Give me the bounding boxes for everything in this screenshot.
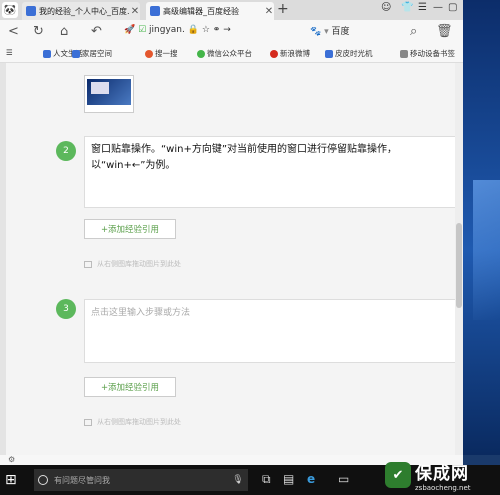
dropdown-icon[interactable]: ▾ [324,27,329,37]
restore-icon[interactable]: ▢ [448,2,457,13]
cortana-circle-icon [38,475,48,485]
folder-icon [43,49,51,58]
rocket-icon: 🚀 [124,25,136,35]
image-drop-hint: 从右侧图库拖动图片到此处 [84,259,181,269]
image-icon [84,260,92,268]
shield-check-icon: ✔ [385,462,411,488]
step-text: 窗口贴靠操作。“win+方向键”对当前使用的窗口进行停留贴靠操作，以“win+←… [91,144,398,171]
vertical-scrollbar[interactable] [455,63,463,455]
secure-check-icon: ☑ [138,25,147,35]
nav-toolbar: < ↻ ⌂ ↶ 🚀 ☑ jingyan. 🔒 ☆ ⚭ → 🐾 ▾ 百度 ⌕ 🗑 [0,20,463,45]
user-icon[interactable]: ☺ [381,2,391,13]
explorer-folder-icon[interactable]: ▭ [338,472,349,486]
forward-icon[interactable]: → [223,25,231,35]
watermark-logo: ✔ 保成网 zsbaocheng.net [385,455,500,495]
bookmarks-bar: ☰ 人文生活 家居空间 搜一搜 微信公众平台 新浪微博 皮皮时光机 移动设备书签 [0,45,463,63]
minimize-icon[interactable]: — [433,2,443,13]
watermark-url: zsbaocheng.net [415,483,471,492]
microphone-icon[interactable]: 🎙 [228,475,248,485]
scrollbar-thumb[interactable] [456,223,462,308]
menu-icon[interactable]: ☰ [418,2,427,13]
search-s-icon [145,49,153,58]
undo-icon[interactable]: ↶ [91,24,102,39]
edge-browser-icon[interactable]: e [307,472,315,486]
editor-content: 2 窗口贴靠操作。“win+方向键”对当前使用的窗口进行停留贴靠操作，以“win… [0,63,463,455]
step-text-editor[interactable]: 窗口贴靠操作。“win+方向键”对当前使用的窗口进行停留贴靠操作，以“win+←… [84,136,463,208]
close-icon[interactable]: ✕ [130,6,140,17]
bookmark-label: 微信公众平台 [207,49,252,58]
add-experience-reference-button[interactable]: +添加经验引用 [84,377,176,397]
bookmark-item[interactable]: 微信公众平台 [197,48,252,59]
bookmark-item[interactable]: 搜一搜 [145,48,178,59]
back-icon[interactable]: < [8,24,19,39]
wechat-icon [197,49,205,58]
bookmark-item[interactable]: 家居空间 [72,48,112,59]
panda-logo-icon: 🐼 [2,2,18,18]
bookmark-label: 移动设备书签 [410,49,455,58]
new-tab-plus-icon[interactable]: + [277,1,289,17]
bookmark-item[interactable]: 移动设备书签 [400,48,455,59]
share-icon[interactable]: ⚭ [213,25,221,35]
lock-icon: 🔒 [187,25,199,35]
shirt-skin-icon[interactable]: 👕 [401,2,413,13]
baidu-favicon-icon [26,6,36,16]
step-image-thumbnail[interactable] [84,75,134,113]
add-experience-reference-button[interactable]: +添加经验引用 [84,219,176,239]
star-icon[interactable]: ☆ [202,25,210,35]
close-icon[interactable]: ✕ [264,6,274,17]
address-bar[interactable]: 🚀 ☑ jingyan. 🔒 ☆ ⚭ → [124,25,324,40]
bookmark-label: 搜一搜 [155,49,178,58]
image-drop-hint-text: 从右侧图库拖动图片到此处 [97,260,181,268]
trash-icon[interactable]: 🗑 [436,24,453,39]
step-number-badge: 2 [56,141,76,161]
gear-icon[interactable]: ⚙ [8,455,15,464]
thumbnail-window [91,82,109,94]
baidu-favicon-icon [150,6,160,16]
mobile-icon [400,49,408,58]
refresh-icon[interactable]: ↻ [33,24,44,39]
task-view-icon[interactable]: ⧉ [262,472,271,487]
search-engine-box[interactable]: 🐾 ▾ 百度 [310,24,410,41]
tab-advanced-editor[interactable]: 高级编辑器_百度经验 ✕ [146,2,274,20]
cortana-search-box[interactable]: 有问题尽管问我 🎙 [34,469,248,491]
desktop-background [463,0,500,455]
windows-light-beam [473,180,500,320]
tab-label: 我的经验_个人中心_百度... [39,6,130,16]
bookmark-label: 家居空间 [82,49,112,58]
tab-my-experience[interactable]: 我的经验_个人中心_百度... ✕ [22,2,140,20]
baidu-paw-icon: 🐾 [310,27,322,37]
image-drop-hint-text: 从右侧图库拖动图片到此处 [97,418,181,426]
bookmark-item[interactable]: 新浪微博 [270,48,310,59]
bookmark-item[interactable]: 皮皮时光机 [325,48,373,59]
image-drop-hint: 从右侧图库拖动图片到此处 [84,417,181,427]
bookmark-label: 皮皮时光机 [335,49,373,58]
url-text: jingyan. [149,25,185,35]
image-icon [84,418,92,426]
bookmarks-menu-icon[interactable]: ☰ [6,48,13,57]
home-icon[interactable]: ⌂ [60,24,68,39]
step-number-badge: 3 [56,299,76,319]
windows-start-icon[interactable]: ⊞ [5,472,17,488]
bookmark-label: 新浪微博 [280,49,310,58]
watermark-title: 保成网 [415,463,469,484]
folder-icon [72,49,80,58]
browser-window: 🐼 我的经验_个人中心_百度... ✕ 高级编辑器_百度经验 ✕ + ☺ 👕 ☰… [0,0,463,455]
search-icon[interactable]: ⌕ [410,24,417,39]
store-icon[interactable]: ▤ [283,472,294,486]
left-gutter [0,63,6,455]
watermark-text: 保成网 zsbaocheng.net [415,459,471,492]
step-placeholder: 点击这里输入步骤或方法 [91,308,191,318]
tab-label: 高级编辑器_百度经验 [163,6,239,16]
folder-icon [325,49,333,58]
search-engine-label: 百度 [331,27,350,37]
cortana-search-text: 有问题尽管问我 [54,475,110,485]
step-text-editor[interactable]: 点击这里输入步骤或方法 [84,299,463,363]
tab-bar: 🐼 我的经验_个人中心_百度... ✕ 高级编辑器_百度经验 ✕ + ☺ 👕 ☰… [0,0,463,20]
weibo-icon [270,49,278,58]
